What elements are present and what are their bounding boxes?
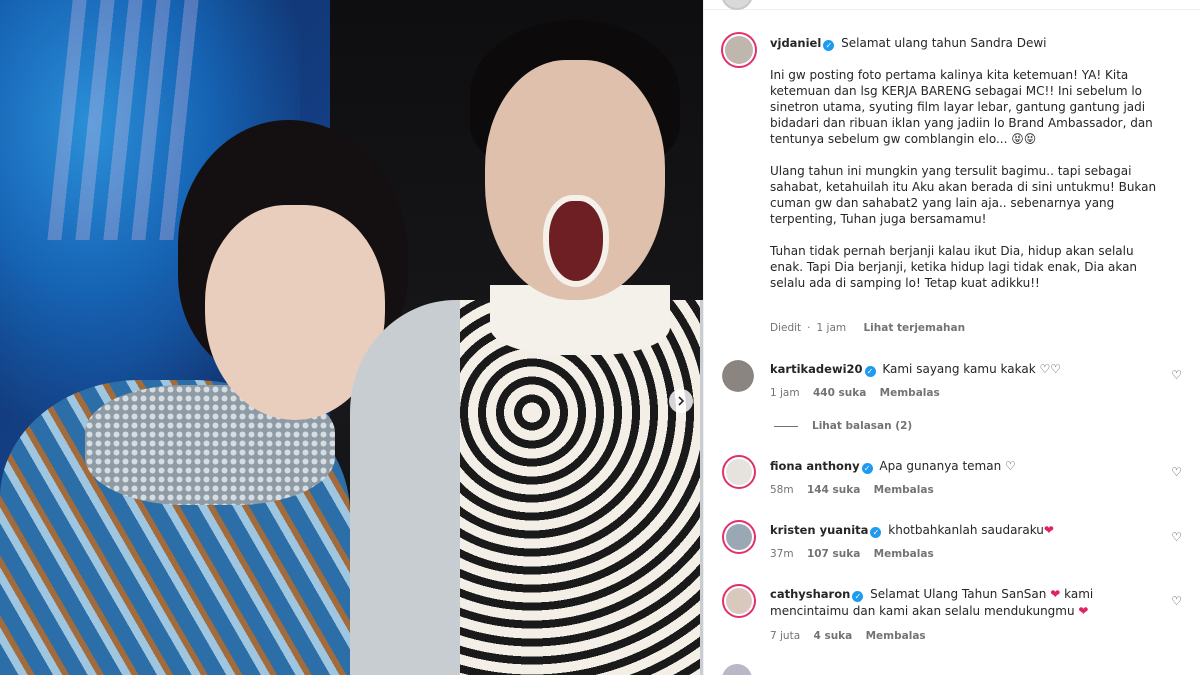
reply-button[interactable]: Membalas: [874, 548, 934, 560]
comment-avatar-image: [726, 524, 752, 550]
post-caption: vjdaniel ✓ Selamat ulang tahun Sandra Dew…: [770, 35, 1160, 307]
comment-text: Apa gunanya teman ♡: [879, 459, 1016, 473]
author-avatar-image: [725, 36, 753, 64]
reply-button[interactable]: Membalas: [866, 630, 926, 642]
comment-avatar[interactable]: [722, 584, 756, 618]
comment-username[interactable]: kartikadewi20: [770, 362, 863, 376]
comment-avatar-image: [726, 588, 752, 614]
author-username[interactable]: vjdaniel: [770, 36, 821, 50]
post-detail-panel: vjdaniel ✓ Selamat ulang tahun Sandra Dew…: [703, 0, 1200, 675]
verified-badge-icon: ✓: [823, 40, 835, 51]
red-heart-icon: ❤: [1043, 523, 1054, 537]
view-replies-label: Lihat balasan (2): [812, 420, 913, 432]
reply-button[interactable]: Membalas: [874, 484, 934, 496]
post-header: [704, 0, 1200, 10]
comment-text: Selamat Ulang Tahun SanSan: [870, 587, 1047, 601]
comment-2: fiona anthony ✓ Apa gunanya teman ♡: [770, 458, 1140, 475]
comment-1: kartikadewi20 ✓ Kami sayang kamu kakak ♡♡: [770, 361, 1140, 378]
reply-button[interactable]: Membalas: [880, 387, 940, 399]
comment-text: Kami sayang kamu kakak ♡♡: [882, 362, 1061, 376]
header-avatar[interactable]: [721, 0, 753, 10]
comment-time: 37m: [770, 548, 794, 560]
comment-username[interactable]: kristen yuanita: [770, 523, 868, 537]
heart-outline-icon[interactable]: ♡: [1171, 530, 1182, 544]
comment-avatar: [722, 664, 752, 675]
red-heart-icon: ❤: [1078, 604, 1089, 618]
caption-title: Selamat ulang tahun Sandra Dewi: [841, 36, 1047, 50]
man-open-mouth: [543, 195, 609, 287]
comment-username[interactable]: fiona anthony: [770, 459, 860, 473]
comment-avatar[interactable]: [722, 520, 756, 554]
caption-time: 1 jam: [816, 322, 847, 334]
chevron-right-icon: [678, 396, 685, 406]
comment-time: 1 jam: [770, 387, 800, 399]
comment-likes[interactable]: 144 suka: [807, 484, 860, 496]
heart-outline-icon[interactable]: ♡: [1171, 368, 1182, 382]
background-sign: [47, 0, 203, 240]
edited-label: Diedit: [770, 322, 802, 334]
heart-outline-icon[interactable]: ♡: [1171, 594, 1182, 608]
post-photo[interactable]: [0, 0, 703, 675]
comment-meta: 37m 107 suka Membalas: [770, 548, 944, 560]
comment-username[interactable]: cathysharon: [770, 587, 850, 601]
comment-meta: 7 juta 4 suka Membalas: [770, 630, 936, 642]
caption-paragraph-1: Ini gw posting foto pertama kalinya kita…: [770, 68, 1153, 146]
comment-meta: 58m 144 suka Membalas: [770, 484, 944, 496]
verified-badge-icon: ✓: [852, 591, 864, 602]
caption-meta: Diedit · 1 jam Lihat terjemahan: [770, 322, 966, 334]
carousel-next-button[interactable]: [669, 389, 693, 413]
comment-avatar-image: [722, 360, 754, 392]
view-replies-button[interactable]: Lihat balasan (2): [774, 420, 912, 432]
comment-3: kristen yuanita ✓ khotbahkanlah saudaraku…: [770, 522, 1140, 539]
verified-badge-icon: ✓: [864, 366, 876, 377]
author-avatar[interactable]: [721, 32, 757, 68]
divider-line: [774, 425, 798, 427]
red-heart-icon: ❤: [1050, 587, 1061, 601]
comment-likes[interactable]: 107 suka: [807, 548, 860, 560]
verified-badge-icon: ✓: [870, 527, 882, 538]
comment-text: khotbahkanlah saudaraku: [888, 523, 1044, 537]
comment-time: 58m: [770, 484, 794, 496]
man-batik-shirt: [460, 300, 700, 675]
next-comment-partial: [722, 664, 1192, 675]
comment-time: 7 juta: [770, 630, 801, 642]
comment-avatar[interactable]: [722, 360, 754, 392]
see-translation-link[interactable]: Lihat terjemahan: [863, 322, 965, 334]
caption-paragraph-2: Ulang tahun ini mungkin yang tersulit ba…: [770, 164, 1157, 226]
comment-meta: 1 jam 440 suka Membalas: [770, 387, 950, 399]
comment-avatar[interactable]: [722, 455, 756, 489]
verified-badge-icon: ✓: [861, 463, 873, 474]
caption-paragraph-3: Tuhan tidak pernah berjanji kalau ikut D…: [770, 244, 1138, 290]
comment-likes[interactable]: 4 suka: [814, 630, 853, 642]
comment-likes[interactable]: 440 suka: [813, 387, 866, 399]
comment-avatar-image: [726, 459, 752, 485]
heart-outline-icon[interactable]: ♡: [1171, 465, 1182, 479]
comment-4: cathysharon ✓ Selamat Ulang Tahun SanSan …: [770, 586, 1140, 620]
